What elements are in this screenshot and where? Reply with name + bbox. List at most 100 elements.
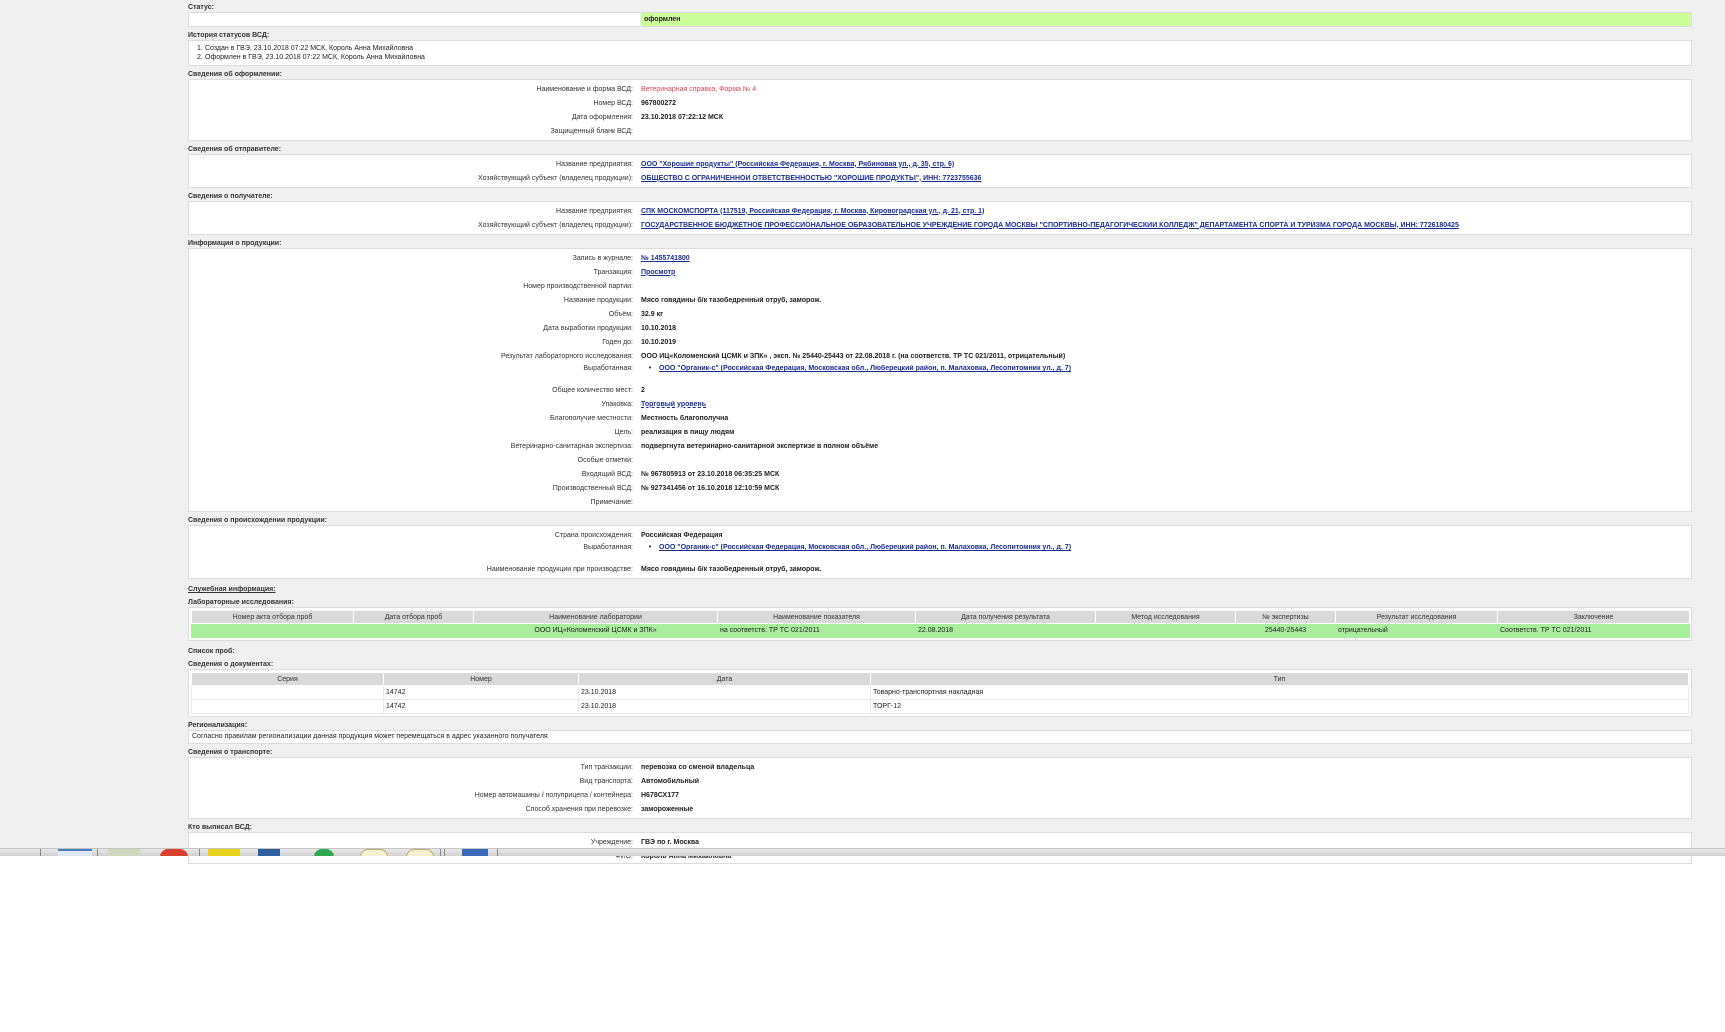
origin-producer-link[interactable]: ООО "Органик-с" (Российская Федерация, М… <box>659 544 1071 551</box>
table-cell: Соответств. ТР ТС 021/2011 <box>1497 623 1690 638</box>
institution-value: ГВЭ по г. Москва <box>641 838 700 846</box>
documents-table: Серия Номер Дата Тип 14742 23.10.2018 То… <box>191 672 1689 714</box>
field-label: Выработанная: <box>583 544 633 551</box>
table-header-row: Серия Номер Дата Тип <box>191 672 1689 686</box>
field-label: Транзакция: <box>593 268 633 276</box>
taskbar-separator <box>40 849 41 856</box>
calc-icon[interactable] <box>108 849 140 856</box>
table-cell <box>191 699 384 714</box>
field-label: Дата выработки продукции: <box>543 324 633 332</box>
service-info-toggle[interactable]: Служебная информация: <box>188 585 1692 594</box>
status-title: Статус: <box>188 4 214 11</box>
transaction-view-link[interactable]: Просмотр <box>641 269 675 276</box>
clock-icon[interactable] <box>406 849 434 856</box>
column-header[interactable]: № экспертизы <box>1235 610 1336 624</box>
column-header[interactable]: Метод исследования <box>1095 610 1236 624</box>
packaging-link[interactable]: Торговый уровень <box>641 401 706 408</box>
field-row: Название предприятия: СПК МОСКОМСПОРТА (1… <box>189 204 1691 218</box>
journal-entry-link[interactable]: № 1455741800 <box>641 255 690 262</box>
issuer-title: Кто выписал ВСД: <box>188 824 252 831</box>
app-window: Статус: оформлен История статусов ВСД: 1… <box>0 0 1725 864</box>
issue-date-value: 23.10.2018 07:22:12 МСК <box>641 113 724 121</box>
field-row: Номер ВСД: 967800272 <box>189 96 1691 110</box>
field-row: Наименование и форма ВСД: Ветеринарная сп… <box>189 82 1691 96</box>
explorer-icon[interactable] <box>58 849 92 856</box>
field-row: Хозяйствующий субъект (владелец продукци… <box>189 171 1691 185</box>
field-label: Годен до: <box>602 338 633 346</box>
field-label: Результат лабораторного исследования: <box>501 352 633 360</box>
production-vsd-value: № 927341456 от 16.10.2018 12:10:59 МСК <box>641 484 780 492</box>
column-header[interactable]: Результат исследования <box>1335 610 1498 624</box>
column-header[interactable]: Заключение <box>1497 610 1690 624</box>
column-header[interactable]: Тип <box>870 672 1689 686</box>
taskbar-separator <box>497 849 498 856</box>
production-date-value: 10.10.2018 <box>641 324 677 332</box>
table-row[interactable]: 14742 23.10.2018 Товарно-транспортная на… <box>191 685 1689 700</box>
field-label: Ветеринарно-санитарная экспертиза: <box>510 442 633 450</box>
chrome-icon[interactable] <box>314 849 334 856</box>
receiver-title: Сведения о получателе: <box>188 193 273 200</box>
transport-kind-value: Автомобильный <box>641 777 700 785</box>
product-panel: Запись в журнале: № 1455741800 Транзакция… <box>188 248 1692 512</box>
column-header[interactable]: Наименование лаборатории <box>473 610 718 624</box>
column-header[interactable]: Номер акта отбора проб <box>191 610 354 624</box>
table-row[interactable]: ООО ИЦ«Коломенский ЦСМК и ЗПК» на соотве… <box>191 623 1690 638</box>
column-header[interactable]: Номер <box>383 672 579 686</box>
field-label: Защищенный бланк ВСД: <box>550 127 633 135</box>
column-header[interactable]: Дата получения результата <box>915 610 1096 624</box>
app-icon[interactable] <box>462 849 488 856</box>
product-title: Информация о продукции: <box>188 240 282 247</box>
field-label: Запись в журнале: <box>572 254 633 262</box>
origin-panel: Страна происхождения: Российская Федераци… <box>188 525 1692 579</box>
field-label: Название предприятия: <box>556 160 633 168</box>
places-count-value: 2 <box>641 386 645 394</box>
receiver-enterprise-link[interactable]: СПК МОСКОМСПОРТА (117519, Российская Фед… <box>641 208 984 215</box>
folder-icon[interactable] <box>208 849 240 856</box>
table-cell: на соответств. ТР ТС 021/2011 <box>717 623 916 638</box>
table-cell <box>191 685 384 700</box>
monitor-icon[interactable] <box>258 849 280 856</box>
field-row: Защищенный бланк ВСД: <box>189 124 1691 138</box>
table-cell: 23.10.2018 <box>578 685 871 700</box>
field-label: Производственный ВСД: <box>552 484 633 492</box>
table-cell: 14742 <box>383 685 579 700</box>
field-label: Входящий ВСД: <box>581 470 633 478</box>
column-header[interactable]: Серия <box>191 672 384 686</box>
browser-icon[interactable] <box>160 849 188 856</box>
receiver-owner-link[interactable]: ГОСУДАРСТВЕННОЕ БЮДЖЕТНОЕ ПРОФЕССИОНАЛЬН… <box>641 222 1459 229</box>
table-row[interactable]: 14742 23.10.2018 ТОРГ-12 <box>191 699 1689 714</box>
table-cell: отрицательный <box>1335 623 1498 638</box>
receiver-panel: Название предприятия: СПК МОСКОМСПОРТА (1… <box>188 201 1692 235</box>
taskbar <box>0 848 1725 856</box>
bullet-icon: • <box>648 365 652 372</box>
sender-owner-link[interactable]: ОБЩЕСТВО С ОГРАНИЧЕННОЙ ОТВЕТСТВЕННОСТЬЮ… <box>641 175 981 182</box>
field-label: Дата оформления: <box>571 113 633 121</box>
list-item: 1. Создан в ГВЭ, 23.10.2018 07:22 МСК, Ко… <box>197 45 414 52</box>
vsd-number-value: 967800272 <box>641 99 677 107</box>
transport-title: Сведения о транспорте: <box>188 749 273 756</box>
field-label: Номер производственной партии: <box>523 282 633 290</box>
lab-result-value: ООО ИЦ«Коломенский ЦСМК и ЗПК» , эксп. №… <box>641 352 1066 360</box>
field-row: Название предприятия: ООО "Хорошие продук… <box>189 157 1691 171</box>
table-cell <box>353 623 474 638</box>
column-header[interactable]: Дата отбора проб <box>353 610 474 624</box>
purpose-value: реализация в пищу людям <box>641 428 735 436</box>
sender-enterprise-link[interactable]: ООО "Хорошие продукты" (Российская Федер… <box>641 161 954 168</box>
table-cell <box>1095 623 1236 638</box>
table-cell: ООО ИЦ«Коломенский ЦСМК и ЗПК» <box>473 623 718 638</box>
sender-title: Сведения об отправителе: <box>188 146 282 153</box>
taskbar-separator <box>199 849 200 856</box>
table-cell: 25440-25443 <box>1235 623 1336 638</box>
table-cell: 14742 <box>383 699 579 714</box>
field-label: Хозяйствующий субъект (владелец продукци… <box>478 221 633 229</box>
producer-link[interactable]: ООО "Органик-с" (Российская Федерация, М… <box>659 365 1071 372</box>
clock-icon[interactable] <box>360 849 388 856</box>
documents-table-panel: Серия Номер Дата Тип 14742 23.10.2018 То… <box>188 669 1692 717</box>
column-header[interactable]: Наименование показателя <box>717 610 916 624</box>
field-label: Вид транспорта: <box>579 777 633 785</box>
area-wellbeing-value: Местность благополучна <box>641 414 729 422</box>
field-label: Выработанная: <box>583 365 633 372</box>
field-label: Название предприятия: <box>556 207 633 215</box>
column-header[interactable]: Дата <box>578 672 871 686</box>
field-row: Дата оформления: 23.10.2018 07:22:12 МСК <box>189 110 1691 124</box>
